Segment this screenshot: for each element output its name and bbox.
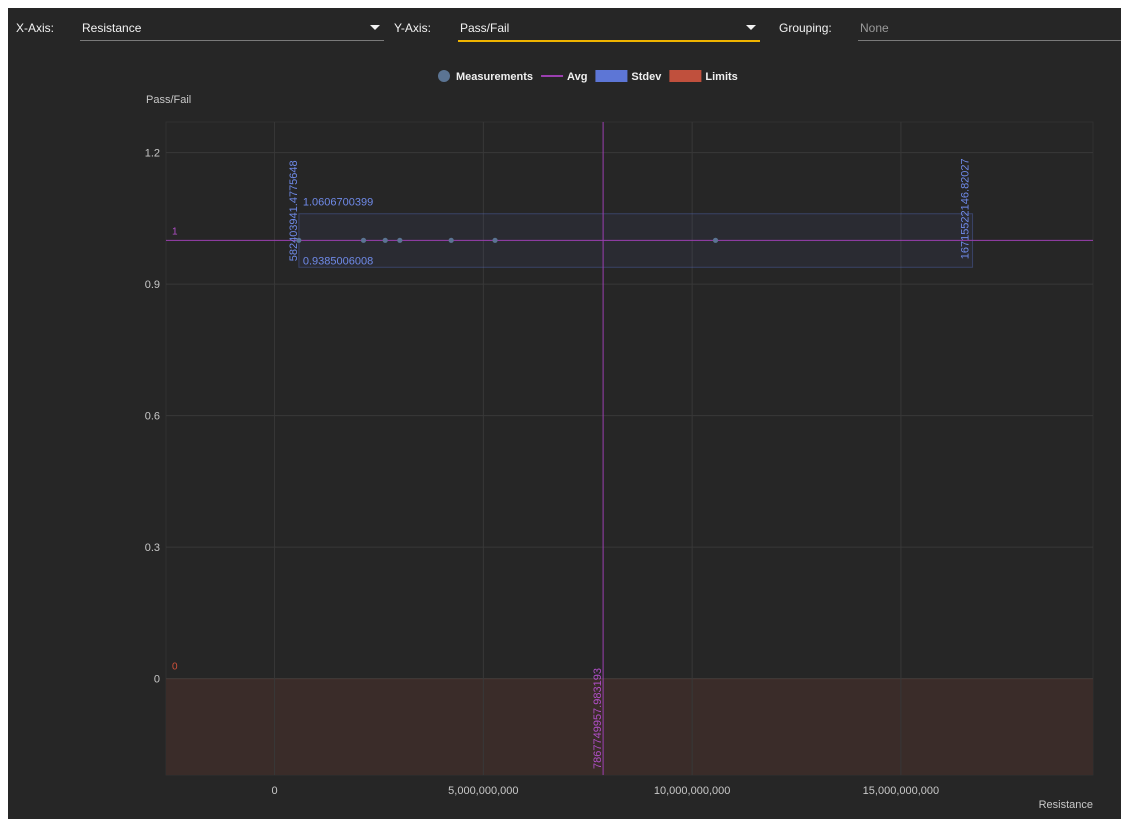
x-tick-label: 10,000,000,000 xyxy=(654,785,730,797)
y-tick-label: 0.9 xyxy=(145,279,160,291)
chart: 0 5,000,000,000 10,000,000,000 15,000,000,0… xyxy=(145,70,1094,811)
x-axis-title: Resistance xyxy=(1039,799,1093,811)
x-tick-label: 5,000,000,000 xyxy=(448,785,518,797)
legend-label-avg: Avg xyxy=(567,71,587,83)
measurement-point xyxy=(397,237,403,243)
chart-app: X-Axis: Resistance Y-Axis: Pass/Fail Gro… xyxy=(8,8,1121,819)
measurement-point xyxy=(382,237,388,243)
legend: Measurements Avg Stdev Limits xyxy=(438,70,738,83)
measurement-point xyxy=(492,237,498,243)
measurement-point xyxy=(712,237,719,243)
y-tick-label: 1.2 xyxy=(145,148,160,160)
stdev-upper-label: 1.0606700399 xyxy=(303,197,373,209)
legend-label-measurements: Measurements xyxy=(456,71,533,83)
legend-label-stdev: Stdev xyxy=(631,71,662,83)
avg-y-label: 1 xyxy=(172,226,178,237)
stdev-x-upper-label: 16715522146.82027 xyxy=(960,158,972,259)
stdev-lower-label: 0.9385006008 xyxy=(303,255,373,267)
stdev-x-lower-label: 582403941.4775648 xyxy=(288,160,300,261)
x-tick-label: 0 xyxy=(272,785,278,797)
legend-marker-measurements xyxy=(438,70,450,82)
y-axis-title: Pass/Fail xyxy=(146,94,191,106)
x-tick-label: 15,000,000,000 xyxy=(863,785,939,797)
measurement-point xyxy=(360,237,367,243)
legend-marker-limits xyxy=(669,70,702,82)
limit-label: 0 xyxy=(172,662,178,673)
avg-x-label: 7867749957.983193 xyxy=(592,668,604,769)
y-tick-label: 0 xyxy=(154,674,160,686)
limits-region xyxy=(166,678,1093,775)
measurement-point xyxy=(448,237,454,243)
legend-marker-stdev xyxy=(595,70,628,82)
y-tick-label: 0.6 xyxy=(145,411,160,423)
measurement-point xyxy=(296,237,302,243)
legend-label-limits: Limits xyxy=(705,71,737,83)
y-tick-label: 0.3 xyxy=(145,542,160,554)
